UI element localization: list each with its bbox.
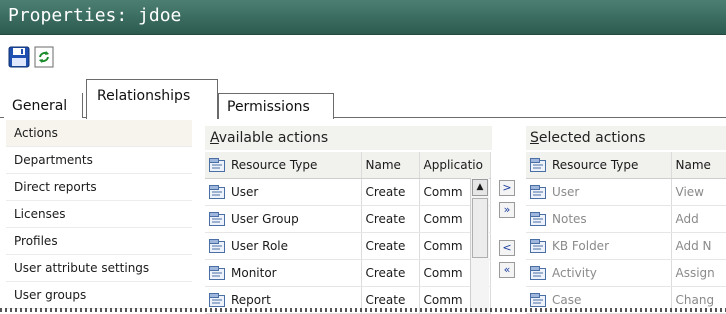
table-row[interactable]: User Role Create Comm	[205, 232, 491, 260]
cell-text: Case	[552, 292, 582, 307]
cell-text: Report	[231, 292, 271, 307]
table-row[interactable]: Notes Add	[526, 205, 726, 233]
sidebar-item-profiles[interactable]: Profiles	[6, 228, 192, 255]
column-header-name[interactable]: Name	[671, 152, 726, 179]
selected-actions-mnemonic: S	[530, 130, 539, 146]
available-actions-table: Resource Type Name Applicatio User Create…	[205, 152, 491, 314]
column-header-application[interactable]: Applicatio	[419, 152, 491, 179]
table-row[interactable]: User Group Create Comm	[205, 205, 491, 233]
resource-type-icon	[209, 239, 225, 254]
selected-actions-table: Resource Type Name User View Notes Add KB Fo…	[526, 152, 726, 314]
resource-type-icon	[209, 185, 225, 200]
cell-text: Activity	[552, 265, 597, 280]
table-row[interactable]: Monitor Create Comm	[205, 259, 491, 287]
cell-text: User	[552, 184, 580, 199]
render-artifact-strip	[0, 308, 726, 312]
resource-type-cell: User	[205, 178, 362, 206]
available-actions-title: Available actions	[210, 130, 328, 146]
selected-actions-title-text: elected actions	[538, 130, 646, 146]
resource-type-icon	[209, 158, 225, 173]
resource-type-cell: Activity	[526, 259, 672, 287]
resource-type-icon	[209, 266, 225, 281]
save-icon[interactable]	[8, 46, 30, 68]
resource-type-cell: User Role	[205, 232, 362, 260]
sidebar-item-direct-reports[interactable]: Direct reports	[6, 174, 192, 201]
column-header-label: Resource Type	[231, 157, 318, 172]
tab-relationships[interactable]: Relationships	[86, 79, 218, 119]
remove-selected-button[interactable]: <	[499, 240, 515, 256]
resource-type-icon	[209, 293, 225, 308]
available-actions-mnemonic: A	[210, 130, 219, 146]
scrollbar-thumb[interactable]	[472, 198, 488, 258]
tab-relationships-label: Relationships	[97, 88, 191, 104]
title-bar: Properties: jdoe	[0, 0, 726, 35]
scroll-up-arrow-icon[interactable]: ▲	[472, 179, 488, 196]
name-cell: View	[671, 178, 726, 206]
resource-type-icon	[209, 212, 225, 227]
sidebar-item-departments[interactable]: Departments	[6, 147, 192, 174]
cell-text: Notes	[552, 211, 587, 226]
name-cell: Create	[361, 205, 420, 233]
tab-strip: General Relationships Permissions	[0, 75, 726, 119]
resource-type-icon	[530, 293, 546, 308]
resource-type-cell: KB Folder	[526, 232, 672, 260]
name-cell: Create	[361, 232, 420, 260]
cell-text: User	[231, 184, 259, 199]
refresh-icon[interactable]	[34, 46, 56, 68]
resource-type-cell: User	[526, 178, 672, 206]
name-cell: Create	[361, 259, 420, 287]
resource-type-cell: Monitor	[205, 259, 362, 287]
resource-type-icon	[530, 158, 546, 173]
table-row[interactable]: Activity Assign	[526, 259, 726, 287]
sidebar-item-actions[interactable]: Actions	[6, 120, 192, 147]
relationships-sidebar: Actions Departments Direct reports Licen…	[6, 120, 192, 309]
table-row[interactable]: User Create Comm	[205, 178, 491, 206]
resource-type-icon	[530, 266, 546, 281]
window-title: Properties: jdoe	[8, 5, 182, 26]
sidebar-item-licenses[interactable]: Licenses	[6, 201, 192, 228]
cell-text: KB Folder	[552, 238, 609, 253]
window-edge-artifact	[720, 46, 726, 136]
column-header-resource-type[interactable]: Resource Type	[526, 152, 672, 179]
resource-type-icon	[530, 239, 546, 254]
name-cell: Add N	[671, 232, 726, 260]
resource-type-cell: User Group	[205, 205, 362, 233]
cell-text: Monitor	[231, 265, 277, 280]
add-all-button[interactable]: »	[499, 202, 515, 218]
name-cell: Create	[361, 178, 420, 206]
sidebar-item-user-groups[interactable]: User groups	[6, 282, 192, 309]
available-actions-scrollbar[interactable]: ▲	[470, 178, 489, 312]
cell-text: User Role	[231, 238, 289, 253]
tab-permissions-label: Permissions	[227, 99, 310, 115]
resource-type-icon	[530, 185, 546, 200]
table-header-row: Resource Type Name Applicatio	[205, 152, 491, 179]
tab-permissions[interactable]: Permissions	[218, 93, 334, 119]
table-row[interactable]: KB Folder Add N	[526, 232, 726, 260]
sidebar-item-user-attribute-settings[interactable]: User attribute settings	[6, 255, 192, 282]
name-cell: Add	[671, 205, 726, 233]
column-header-resource-type[interactable]: Resource Type	[205, 152, 362, 179]
available-actions-title-text: vailable actions	[218, 130, 329, 146]
tab-general-label: General	[12, 98, 68, 114]
add-selected-button[interactable]: >	[499, 180, 515, 196]
selected-actions-title: Selected actions	[530, 130, 646, 146]
remove-all-button[interactable]: «	[499, 262, 515, 278]
tab-general[interactable]: General	[4, 93, 83, 118]
table-header-row: Resource Type Name	[526, 152, 726, 179]
column-header-name[interactable]: Name	[361, 152, 420, 179]
resource-type-cell: Notes	[526, 205, 672, 233]
table-row[interactable]: User View	[526, 178, 726, 206]
name-cell: Assign	[671, 259, 726, 287]
resource-type-icon	[530, 212, 546, 227]
cell-text: User Group	[231, 211, 299, 226]
column-header-label: Resource Type	[552, 157, 639, 172]
